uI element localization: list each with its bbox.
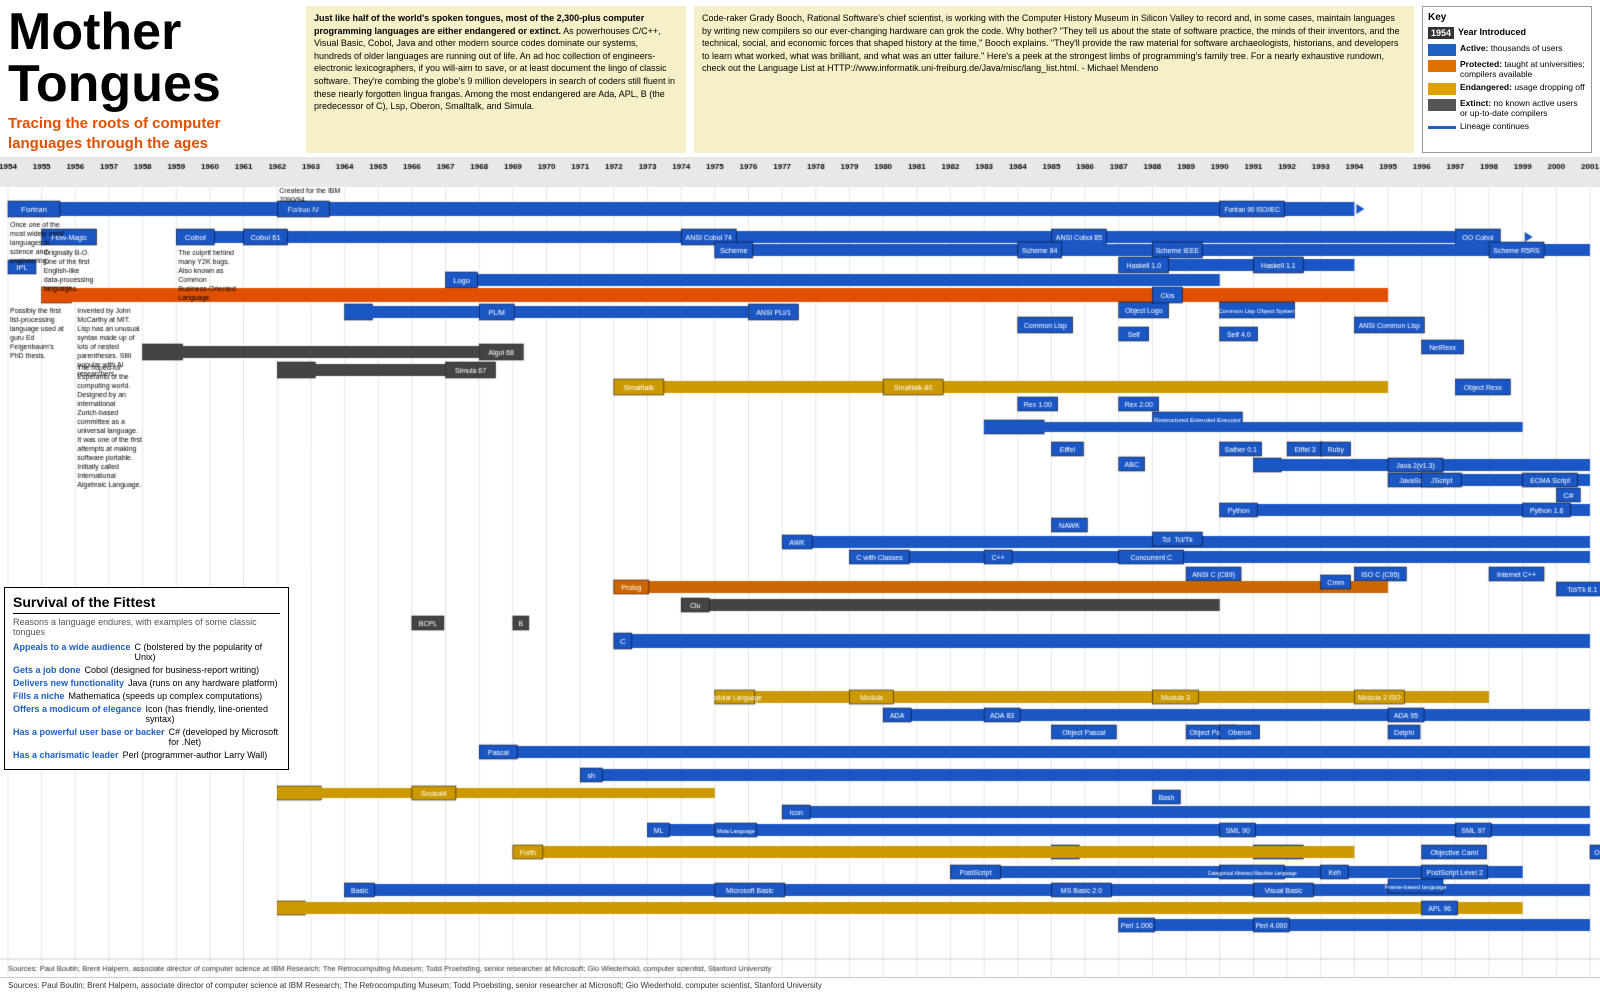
subtitle: Tracing the roots of computer languages …	[8, 114, 298, 153]
key-active-text: Active: thousands of users	[1460, 43, 1563, 53]
survival-label: Offers a modicum of elegance	[13, 704, 142, 724]
survival-row: Has a powerful user base or backerC# (de…	[13, 727, 280, 747]
survival-value: Cobol (designed for business-report writ…	[85, 665, 260, 675]
key-lineage-swatch	[1428, 126, 1456, 129]
key-endangered-text: Endangered: usage dropping off	[1460, 82, 1585, 92]
key-title: Key	[1428, 12, 1586, 23]
survival-subtitle: Reasons a language endures, with example…	[13, 617, 280, 637]
header-section: MotherTongues Tracing the roots of compu…	[0, 0, 1600, 157]
survival-value: Mathematica (speeds up complex computati…	[69, 691, 263, 701]
survival-row: Offers a modicum of eleganceIcon (has fr…	[13, 704, 280, 724]
survival-label: Gets a job done	[13, 665, 81, 675]
text-block-right: Code-raker Grady Booch, Rational Softwar…	[694, 6, 1414, 153]
key-protected-row: Protected: taught at universities; compi…	[1428, 59, 1586, 79]
survival-rows: Appeals to a wide audienceC (bolstered b…	[13, 642, 280, 760]
key-block: Key 1954 Year Introduced Active: thousan…	[1422, 6, 1592, 153]
key-active-row: Active: thousands of users	[1428, 43, 1586, 56]
survival-value: Icon (has friendly, line-oriented syntax…	[146, 704, 280, 724]
survival-value: Perl (programmer-author Larry Wall)	[123, 750, 268, 760]
survival-row: Gets a job done Cobol (designed for busin…	[13, 665, 280, 675]
survival-row: Has a charismatic leader Perl (programmer…	[13, 750, 280, 760]
text-block-left: Just like half of the world's spoken ton…	[306, 6, 686, 153]
key-protected-text: Protected: taught at universities; compi…	[1460, 59, 1586, 79]
survival-label: Has a powerful user base or backer	[13, 727, 165, 747]
timeline-canvas	[0, 157, 1600, 977]
key-year-desc: Year Introduced	[1458, 27, 1526, 39]
survival-label: Appeals to a wide audience	[13, 642, 131, 662]
key-protected-swatch	[1428, 60, 1456, 72]
footer-text: Sources: Paul Boutin; Brent Halpern, ass…	[0, 977, 1600, 993]
survival-row: Fills a niche Mathematica (speeds up comp…	[13, 691, 280, 701]
survival-label: Fills a niche	[13, 691, 65, 701]
title-block: MotherTongues Tracing the roots of compu…	[8, 6, 298, 153]
key-endangered-swatch	[1428, 83, 1456, 95]
key-extinct-row: Extinct: no known active users or up-to-…	[1428, 98, 1586, 118]
key-year: 1954	[1428, 27, 1454, 39]
main-title: MotherTongues	[8, 6, 298, 110]
survival-label: Has a charismatic leader	[13, 750, 119, 760]
survival-row: Appeals to a wide audienceC (bolstered b…	[13, 642, 280, 662]
text-left-body: As powerhouses C/C++, Visual Basic, Cobo…	[314, 26, 675, 112]
survival-row: Delivers new functionality Java (runs on …	[13, 678, 280, 688]
survival-value: Java (runs on any hardware platform)	[128, 678, 278, 688]
key-year-row: 1954 Year Introduced	[1428, 27, 1586, 39]
key-lineage-text: Lineage continues	[1460, 121, 1529, 131]
survival-label: Delivers new functionality	[13, 678, 124, 688]
survival-value: C (bolstered by the popularity of Unix)	[135, 642, 280, 662]
survival-value: C# (developed by Microsoft for .Net)	[169, 727, 280, 747]
survival-section: Survival of the Fittest Reasons a langua…	[4, 587, 289, 770]
key-endangered-row: Endangered: usage dropping off	[1428, 82, 1586, 95]
key-lineage-row: Lineage continues	[1428, 121, 1586, 131]
survival-title: Survival of the Fittest	[13, 594, 280, 614]
key-extinct-text: Extinct: no known active users or up-to-…	[1460, 98, 1586, 118]
key-active-swatch	[1428, 44, 1456, 56]
key-extinct-swatch	[1428, 99, 1456, 111]
timeline-wrapper: Survival of the Fittest Reasons a langua…	[0, 157, 1600, 977]
